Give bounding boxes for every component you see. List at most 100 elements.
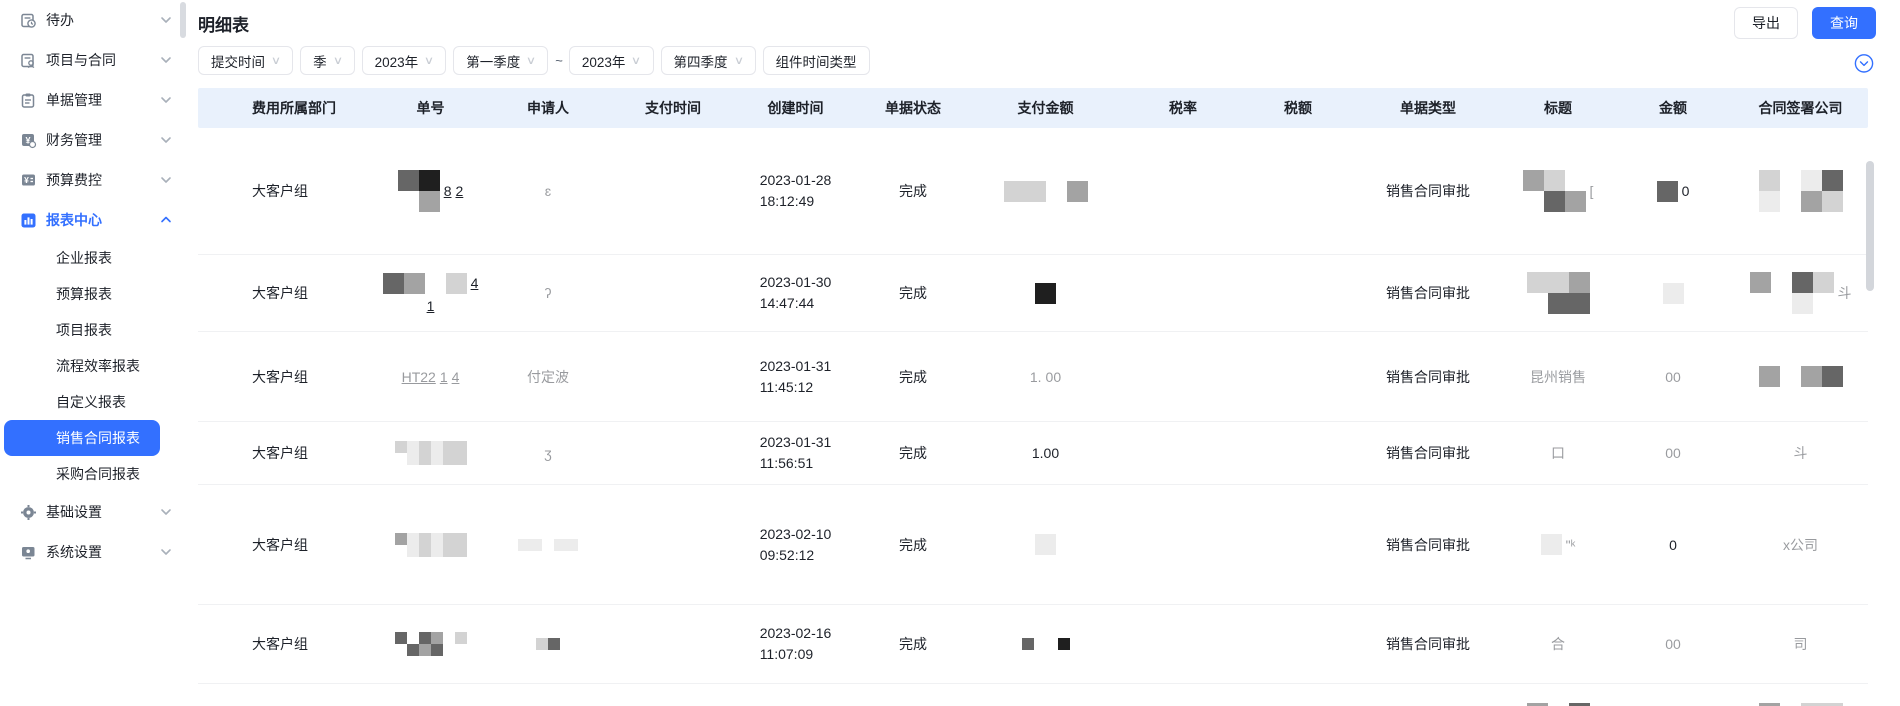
redacted-block (431, 644, 443, 656)
sidebar-item-custom-reports[interactable]: 自定义报表 (0, 384, 186, 420)
sidebar-item-budget-reports[interactable]: 预算报表 (0, 276, 186, 312)
redacted-block (1780, 366, 1801, 387)
cell-order-no[interactable] (378, 605, 483, 683)
redacted-block (1025, 181, 1046, 202)
redaction-mosaic (1523, 170, 1586, 212)
redacted-block (1822, 191, 1843, 212)
sidebar-item-label: 报表中心 (46, 210, 160, 230)
cell-datetime: 2023-01-3111:56:51 (760, 432, 832, 474)
redacted-block (1759, 170, 1780, 191)
cell-sign-company (1733, 684, 1868, 706)
cell-order-no[interactable]: 41 (378, 255, 483, 331)
sidebar-item-sales-contract-reports[interactable]: 销售合同报表 (4, 420, 160, 456)
filter-time-field[interactable]: 提交时间∨ (198, 46, 293, 75)
cell-doc-type: 销售合同审批 (1353, 128, 1503, 254)
redacted-block (395, 545, 407, 557)
redacted-block (419, 453, 431, 465)
cell-content: 2023-01-3111:45:12 (760, 356, 832, 398)
cell-content: 1.00 (1032, 445, 1059, 461)
app-root: 待办项目与合同单据管理¥财务管理¥预算费控报表中心企业报表预算报表项目报表流程效… (0, 0, 1900, 706)
chevron-down-icon (160, 14, 172, 26)
cell-content: 0 (1669, 537, 1677, 553)
sidebar-item-process-efficiency-reports[interactable]: 流程效率报表 (0, 348, 186, 384)
cell-content: 销售合同审批 (1386, 181, 1470, 201)
column-header-title: 标题 (1503, 88, 1613, 128)
redacted-block (1771, 293, 1792, 314)
redacted-text-fragment: 4 (452, 369, 460, 385)
filter-start-quarter[interactable]: 第一季度∨ (453, 46, 548, 75)
redacted-block (1527, 293, 1548, 314)
cell-order-no[interactable] (378, 422, 483, 484)
cell-created-time: 2023-01-2818:12:49 (733, 128, 858, 254)
cell-content: 司 (1794, 634, 1808, 654)
cell-content: ɛ (545, 183, 551, 199)
sidebar-item-purchase-contract-reports[interactable]: 采购合同报表 (0, 456, 186, 492)
cell-order-no[interactable] (378, 684, 483, 706)
cell-tax-amount (1243, 485, 1353, 604)
cell-order-no[interactable] (378, 485, 483, 604)
cell-content: 昆州销售 (1530, 367, 1586, 387)
sidebar-item-todo[interactable]: 待办 (0, 0, 186, 40)
redacted-block (1004, 181, 1025, 202)
redacted-block (398, 191, 419, 212)
sidebar-item-basic-settings[interactable]: 基础设置 (0, 492, 186, 532)
table-row: 大客户组2023-02-1009:52:12完成销售合同审批ʺᵏ0x公司 (198, 485, 1868, 605)
redacted-block (425, 273, 446, 294)
redacted-block (455, 545, 467, 557)
cell-text: 完成 (899, 443, 927, 463)
redacted-block (419, 191, 440, 212)
sidebar-item-enterprise-reports[interactable]: 企业报表 (0, 240, 186, 276)
sidebar-item-document-management[interactable]: 单据管理 (0, 80, 186, 120)
chevron-down-icon (160, 174, 172, 186)
cell-created-time: 2023-02-22 (733, 684, 858, 706)
export-button[interactable]: 导出 (1734, 7, 1798, 39)
cell-tax-amount (1243, 128, 1353, 254)
redaction-mosaic (1527, 272, 1590, 314)
redaction-mosaic (1663, 283, 1684, 304)
cell-content (1035, 534, 1056, 555)
collapse-filters-icon[interactable] (1854, 53, 1874, 73)
filter-start-year[interactable]: 2023年∨ (362, 46, 447, 75)
cell-pay-amount (968, 605, 1123, 683)
cell-content: [ (1523, 170, 1594, 212)
cell-text: 大客户组 (252, 535, 308, 555)
filter-granularity[interactable]: 季∨ (300, 46, 355, 75)
sidebar-item-project-reports[interactable]: 项目报表 (0, 312, 186, 348)
redacted-block (1046, 181, 1067, 202)
redacted-block (1801, 191, 1822, 212)
cell-content (1022, 638, 1070, 650)
filter-component-time-type[interactable]: 组件时间类型 (763, 46, 870, 75)
filter-end-year[interactable]: 2023年∨ (569, 46, 654, 75)
redacted-block (1759, 191, 1780, 212)
cell-doc-type: 销售合同审批 (1353, 422, 1503, 484)
redacted-text-fragment: 1. (1030, 369, 1042, 385)
cell-order-no[interactable]: 82 (378, 128, 483, 254)
redacted-block (431, 441, 443, 453)
table-scrollbar-thumb[interactable] (1866, 161, 1874, 291)
redacted-block (455, 644, 467, 656)
sidebar-item-system-settings[interactable]: 系统设置 (0, 532, 186, 572)
redacted-text-fragment: 司 (1794, 634, 1808, 654)
redacted-text-fragment: 0 (1682, 183, 1690, 199)
filter-end-quarter[interactable]: 第四季度∨ (661, 46, 756, 75)
query-button[interactable]: 查询 (1812, 7, 1876, 39)
chevron-up-icon (160, 214, 172, 226)
redaction-mosaic (518, 539, 578, 551)
redacted-block (431, 453, 443, 465)
cell-content: 0 (1657, 181, 1690, 202)
sidebar-item-report-center[interactable]: 报表中心 (0, 200, 186, 240)
redacted-text-fragment: 2 (456, 183, 464, 199)
sidebar-item-budget-control[interactable]: ¥预算费控 (0, 160, 186, 200)
cell-title: 口 (1503, 422, 1613, 484)
cell-pay-amount (968, 485, 1123, 604)
cell-content (1663, 283, 1684, 304)
cell-order-no[interactable]: HT2214 (378, 332, 483, 421)
sidebar-item-finance-management[interactable]: ¥财务管理 (0, 120, 186, 160)
column-header-order-no: 单号 (378, 88, 483, 128)
cell-content: 大客户组 (252, 634, 308, 654)
cell-pay-time (613, 422, 733, 484)
cell-doc-status: 完成 (858, 684, 968, 706)
table-row: 大客户组82ɛ2023-01-2818:12:49完成销售合同审批[0 (198, 128, 1868, 255)
sidebar-item-projects-contracts[interactable]: 项目与合同 (0, 40, 186, 80)
cell-content (1759, 366, 1843, 387)
